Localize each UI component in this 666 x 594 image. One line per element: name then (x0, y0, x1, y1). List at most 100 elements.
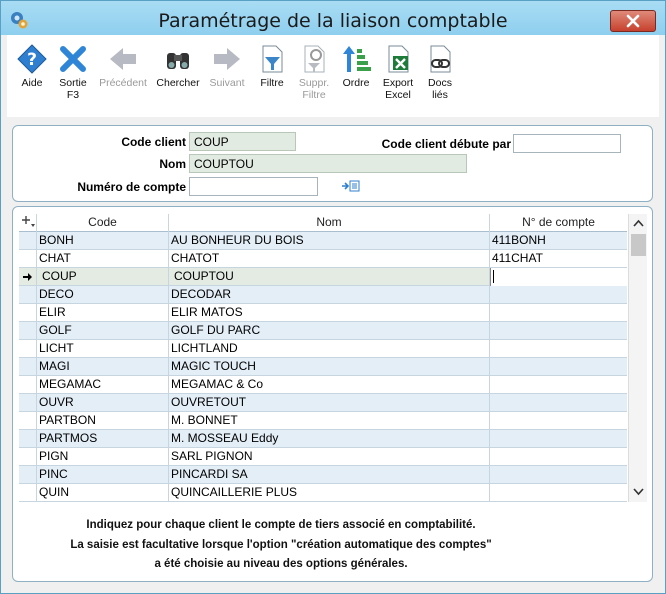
cell-code[interactable]: PINC (37, 466, 169, 484)
suppr-filtre-button[interactable]: Suppr. Filtre (295, 43, 333, 101)
table-row[interactable]: LICHT LICHTLAND (19, 340, 627, 358)
filtre-label: Filtre (260, 77, 284, 89)
filtre-button[interactable]: Filtre (255, 43, 289, 89)
cell-code[interactable]: ELIR (37, 304, 169, 322)
arrow-right-icon (214, 48, 240, 70)
chercher-button[interactable]: Chercher (155, 43, 201, 89)
numero-compte-input[interactable] (189, 177, 318, 196)
cell-compte[interactable]: 411CHAT (490, 250, 627, 268)
cell-compte[interactable] (490, 322, 627, 340)
cell-nom[interactable]: M. BONNET (169, 412, 490, 430)
scroll-down-icon[interactable] (633, 488, 644, 496)
cell-code[interactable]: QUIN (37, 484, 169, 502)
cell-code[interactable]: DECO (37, 286, 169, 304)
table-row[interactable]: MAGI MAGIC TOUCH (19, 358, 627, 376)
header-compte[interactable]: N° de compte (490, 214, 627, 232)
linked-docs-icon (430, 45, 451, 73)
table-row[interactable]: PARTBON M. BONNET (19, 412, 627, 430)
nom-field[interactable]: COUPTOU (189, 154, 467, 173)
cell-nom[interactable]: SARL PIGNON (169, 448, 490, 466)
table-row[interactable]: CHAT CHATOT 411CHAT (19, 250, 627, 268)
export-excel-button[interactable]: Export Excel (379, 43, 417, 101)
help-note-line-2: La saisie est facultative lorsque l'opti… (70, 539, 492, 551)
header-nom[interactable]: Nom (169, 214, 490, 232)
table-row[interactable]: QUIN QUINCAILLERIE PLUS (19, 484, 627, 502)
cell-compte[interactable] (490, 394, 627, 412)
cell-code[interactable]: PARTMOS (37, 430, 169, 448)
aide-label: Aide (21, 77, 43, 89)
cell-code[interactable]: BONH (37, 232, 169, 250)
cell-compte[interactable] (490, 412, 627, 430)
code-client-field[interactable]: COUP (189, 132, 296, 151)
cell-code[interactable]: COUP (37, 268, 169, 286)
remove-filter-icon (304, 45, 325, 73)
cell-compte-editing[interactable] (490, 268, 627, 286)
debute-par-input[interactable] (513, 134, 621, 153)
cell-nom[interactable]: COUPTOU (169, 268, 490, 286)
cell-nom[interactable]: ELIR MATOS (169, 304, 490, 322)
table-row[interactable]: PINC PINCARDI SA (19, 466, 627, 484)
cell-compte[interactable]: 411BONH (490, 232, 627, 250)
debute-par-label: Code client débute par (381, 137, 511, 151)
cell-compte[interactable] (490, 448, 627, 466)
scroll-thumb[interactable] (631, 234, 646, 256)
assign-account-icon[interactable] (341, 179, 360, 193)
cell-compte[interactable] (490, 286, 627, 304)
cell-compte[interactable] (490, 466, 627, 484)
suppr-label: Suppr. (298, 77, 330, 89)
cell-code[interactable]: PIGN (37, 448, 169, 466)
suivant-button[interactable]: Suivant (205, 43, 249, 89)
table-row[interactable]: MEGAMAC MEGAMAC & Co (19, 376, 627, 394)
cell-compte[interactable] (490, 304, 627, 322)
table-row[interactable]: PARTMOS M. MOSSEAU Eddy (19, 430, 627, 448)
docs-lies-button[interactable]: Docs liés (423, 43, 457, 101)
table-row-current[interactable]: COUP COUPTOU (19, 268, 627, 286)
cell-code[interactable]: LICHT (37, 340, 169, 358)
cell-code[interactable]: MEGAMAC (37, 376, 169, 394)
cell-nom[interactable]: PINCARDI SA (169, 466, 490, 484)
table-row[interactable]: ELIR ELIR MATOS (19, 304, 627, 322)
precedent-label: Précédent (99, 77, 147, 89)
sortie-key-label: F3 (66, 89, 80, 101)
row-indicator (19, 304, 37, 322)
title-bar[interactable]: Paramétrage de la liaison comptable (1, 1, 665, 35)
precedent-button[interactable]: Précédent (97, 43, 149, 89)
table-row[interactable]: GOLF GOLF DU PARC (19, 322, 627, 340)
cell-compte[interactable] (490, 358, 627, 376)
sortie-button[interactable]: Sortie F3 (55, 43, 91, 101)
cell-nom[interactable]: OUVRETOUT (169, 394, 490, 412)
vertical-scrollbar[interactable] (628, 214, 647, 502)
cell-nom[interactable]: MAGIC TOUCH (169, 358, 490, 376)
cell-nom[interactable]: QUINCAILLERIE PLUS (169, 484, 490, 502)
cell-nom[interactable]: LICHTLAND (169, 340, 490, 358)
cell-compte[interactable] (490, 376, 627, 394)
row-indicator (19, 430, 37, 448)
cell-nom[interactable]: MEGAMAC & Co (169, 376, 490, 394)
cell-code[interactable]: GOLF (37, 322, 169, 340)
cell-code[interactable]: OUVR (37, 394, 169, 412)
cell-nom[interactable]: AU BONHEUR DU BOIS (169, 232, 490, 250)
row-indicator (19, 466, 37, 484)
aide-button[interactable]: ? Aide (15, 43, 49, 89)
cell-nom[interactable]: GOLF DU PARC (169, 322, 490, 340)
close-button[interactable] (610, 10, 656, 32)
table-row[interactable]: DECO DECODAR (19, 286, 627, 304)
cell-code[interactable]: CHAT (37, 250, 169, 268)
cell-code[interactable]: PARTBON (37, 412, 169, 430)
ordre-button[interactable]: Ordre (339, 43, 373, 89)
export-label-2: Excel (385, 89, 411, 101)
cell-compte[interactable] (490, 430, 627, 448)
header-code[interactable]: Code (37, 214, 169, 232)
cell-compte[interactable] (490, 340, 627, 358)
cell-compte[interactable] (490, 484, 627, 502)
cell-nom[interactable]: CHATOT (169, 250, 490, 268)
table-row[interactable]: PIGN SARL PIGNON (19, 448, 627, 466)
cell-nom[interactable]: M. MOSSEAU Eddy (169, 430, 490, 448)
cell-nom[interactable]: DECODAR (169, 286, 490, 304)
table-row[interactable]: BONH AU BONHEUR DU BOIS 411BONH (19, 232, 627, 250)
cell-code[interactable]: MAGI (37, 358, 169, 376)
grid-options-cell[interactable] (19, 214, 37, 232)
table-row[interactable]: OUVR OUVRETOUT (19, 394, 627, 412)
scroll-up-icon[interactable] (633, 219, 644, 227)
grid-header: Code Nom N° de compte (19, 214, 627, 232)
